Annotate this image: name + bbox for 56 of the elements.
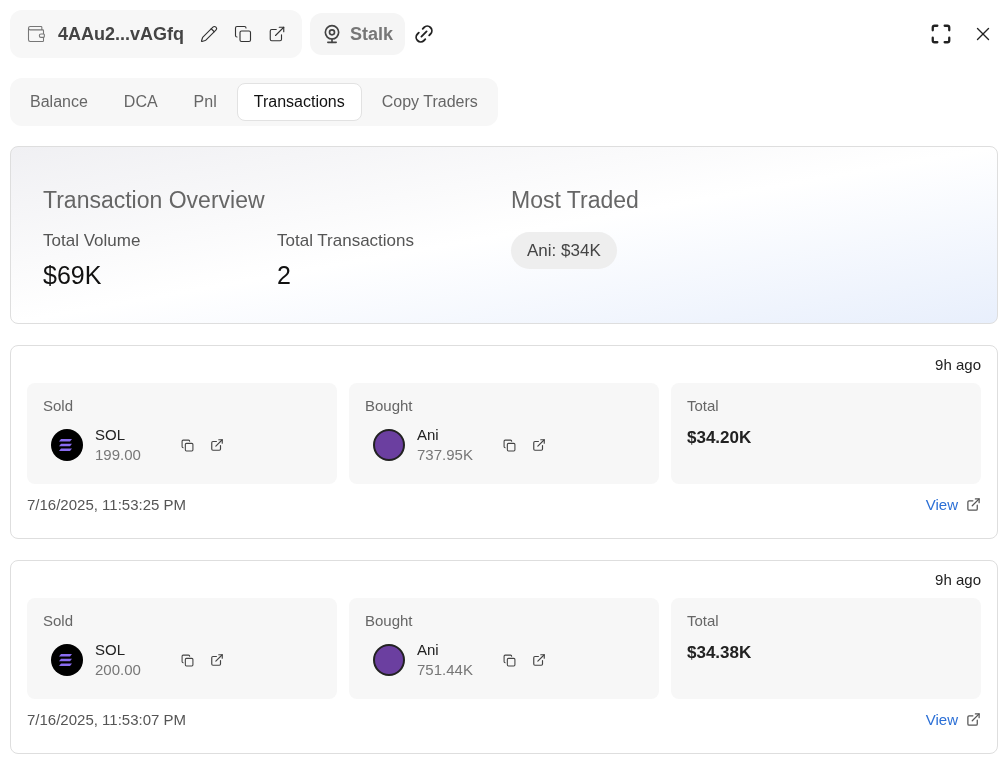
tab[interactable]: DCA: [107, 83, 174, 121]
time-ago: 9h ago: [935, 355, 981, 375]
stat-value: 2: [277, 260, 292, 291]
view-link[interactable]: View: [925, 493, 981, 516]
transaction-date: 7/16/2025, 11:53:07 PM: [27, 709, 186, 730]
time-ago: 9h ago: [935, 570, 981, 590]
external-link-button[interactable]: [532, 438, 546, 452]
link-button[interactable]: [413, 23, 436, 45]
external-link-button[interactable]: [210, 438, 224, 452]
cell-label: Bought: [365, 610, 414, 631]
external-link-button[interactable]: [268, 25, 287, 43]
token-amount: 200.00: [95, 660, 142, 680]
token-symbol: SOL: [95, 640, 126, 660]
token-amount: 199.00: [95, 445, 142, 465]
edit-button[interactable]: [200, 25, 219, 43]
token-symbol: SOL: [95, 425, 126, 445]
external-link-button[interactable]: [532, 653, 546, 667]
stat-label: Total Transactions: [277, 229, 415, 252]
tab[interactable]: Transactions: [236, 83, 362, 121]
stat-value: $69K: [43, 260, 103, 291]
token-symbol: Ani: [417, 640, 440, 660]
token-logo-icon: [51, 429, 83, 461]
most-traded-title: Most Traded: [511, 186, 639, 215]
copy-button[interactable]: [234, 25, 253, 43]
token-avatar-icon: [373, 429, 405, 461]
cell-label: Bought: [365, 395, 414, 416]
total-value: $34.38K: [687, 642, 753, 664]
most-traded-tag: Ani: $34K: [511, 231, 617, 269]
copy-button[interactable]: [181, 438, 194, 452]
overview-title: Transaction Overview: [43, 186, 266, 215]
view-link[interactable]: View: [925, 708, 981, 731]
wallet-icon: [26, 24, 46, 44]
stalk-button[interactable]: Stalk: [310, 13, 406, 55]
total-value: $34.20K: [687, 427, 753, 449]
tab[interactable]: Balance: [14, 83, 104, 121]
cell-label: Sold: [43, 610, 75, 631]
tab[interactable]: Copy Traders: [365, 83, 494, 121]
token-avatar-icon: [373, 644, 405, 676]
cell-label: Sold: [43, 395, 75, 416]
copy-button[interactable]: [503, 438, 516, 452]
external-link-button[interactable]: [210, 653, 224, 667]
tab[interactable]: Pnl: [177, 83, 233, 121]
token-amount: 751.44K: [417, 660, 474, 680]
token-symbol: Ani: [417, 425, 440, 445]
token-logo-icon: [51, 644, 83, 676]
token-amount: 737.95K: [417, 445, 474, 465]
transaction-date: 7/16/2025, 11:53:25 PM: [27, 494, 186, 515]
external-link-icon: [966, 497, 981, 513]
cell-label: Total: [687, 610, 720, 631]
fullscreen-button[interactable]: [930, 23, 952, 45]
external-link-icon: [966, 712, 981, 728]
stat-label: Total Volume: [43, 229, 142, 252]
copy-button[interactable]: [181, 653, 194, 667]
cell-label: Total: [687, 395, 720, 416]
copy-button[interactable]: [503, 653, 516, 667]
wallet-address: 4AAu2...vAGfq: [58, 22, 185, 46]
